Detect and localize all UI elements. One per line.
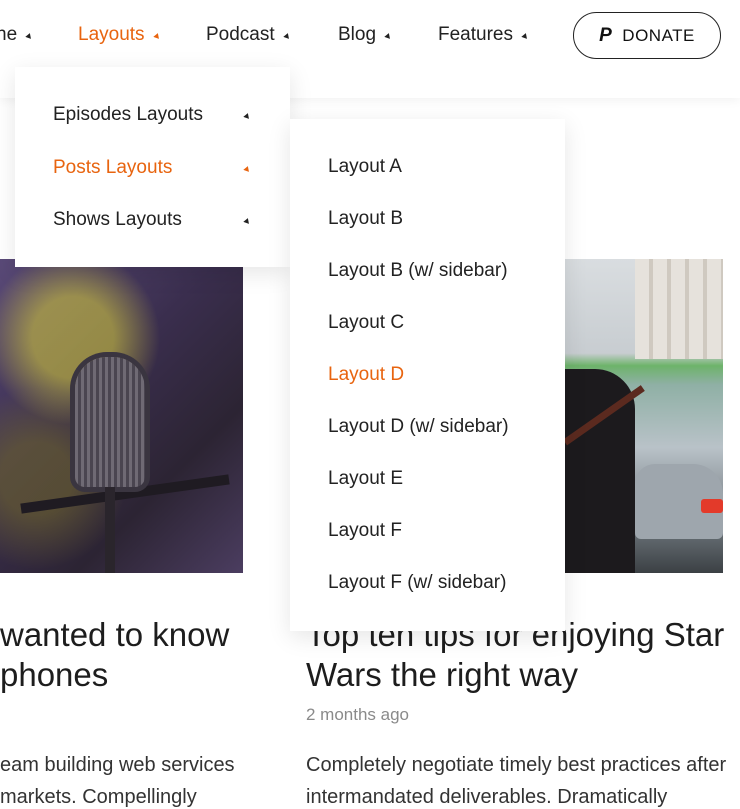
donate-button[interactable]: P DONATE — [573, 12, 721, 59]
post-excerpt: eam building web services — [0, 754, 235, 776]
post-excerpt: Completely negotiate timely best practic… — [306, 754, 727, 776]
caret-up-icon — [243, 165, 251, 172]
mic-stand — [105, 487, 115, 573]
post-thumbnail-microphone[interactable] — [0, 259, 243, 573]
nav-item-podcast[interactable]: Podcast — [206, 24, 291, 46]
menu-item-layout-d-sidebar[interactable]: Layout D (w/ sidebar) — [328, 416, 509, 438]
donate-label: DONATE — [622, 25, 695, 45]
menu-item-layout-d[interactable]: Layout D — [328, 364, 404, 386]
post-excerpt: markets. Compellingly — [0, 786, 197, 808]
menu-item-layout-c[interactable]: Layout C — [328, 312, 404, 334]
mic-body — [75, 357, 145, 487]
post-excerpt: intermandated deliverables. Dramatically — [306, 786, 668, 808]
nav-item-features[interactable]: Features — [438, 24, 529, 46]
menu-item-label: Shows Layouts — [53, 209, 182, 230]
post-thumbnail-street[interactable] — [565, 259, 723, 573]
menu-item-shows-layouts[interactable]: Shows Layouts — [53, 209, 290, 231]
post-title[interactable]: wanted to know — [0, 615, 229, 654]
caret-up-icon — [25, 31, 33, 39]
menu-item-layout-f[interactable]: Layout F — [328, 520, 402, 542]
menu-item-layout-e[interactable]: Layout E — [328, 468, 403, 490]
nav-item-label: Blog — [338, 24, 377, 45]
menu-item-layout-b-sidebar[interactable]: Layout B (w/ sidebar) — [328, 260, 508, 282]
menu-item-layout-f-sidebar[interactable]: Layout F (w/ sidebar) — [328, 572, 506, 594]
menu-item-layout-b[interactable]: Layout B — [328, 208, 403, 230]
nav-item-label: Features — [438, 24, 513, 45]
menu-item-label: Posts Layouts — [53, 157, 173, 178]
post-title[interactable]: phones — [0, 655, 108, 694]
caret-up-icon — [521, 31, 529, 39]
nav-item-label: Podcast — [206, 24, 275, 45]
nav-item-blog[interactable]: Blog — [338, 24, 392, 46]
menu-item-label: Episodes Layouts — [53, 104, 203, 125]
caret-up-icon — [243, 217, 251, 224]
caret-up-icon — [243, 112, 251, 119]
menu-item-episodes-layouts[interactable]: Episodes Layouts — [53, 104, 290, 126]
menu-item-layout-a[interactable]: Layout A — [328, 156, 402, 178]
paypal-icon: P — [599, 24, 613, 46]
layouts-dropdown: Episodes Layouts Posts Layouts Shows Lay… — [15, 67, 290, 267]
nav-item-home[interactable]: ne — [0, 24, 33, 46]
building — [635, 259, 723, 359]
nav-item-layouts[interactable]: Layouts — [78, 24, 161, 46]
caret-up-icon — [282, 31, 291, 39]
nav-item-label: Layouts — [78, 24, 145, 45]
caret-up-icon — [384, 31, 392, 39]
menu-item-posts-layouts[interactable]: Posts Layouts — [53, 157, 290, 179]
car-light — [701, 499, 723, 513]
post-date: 2 months ago — [306, 705, 410, 724]
post-title[interactable]: Wars the right way — [306, 655, 578, 694]
nav-item-label: ne — [0, 24, 18, 45]
caret-up-icon — [152, 31, 161, 39]
posts-layouts-submenu: Layout A Layout B Layout B (w/ sidebar) … — [290, 119, 565, 631]
